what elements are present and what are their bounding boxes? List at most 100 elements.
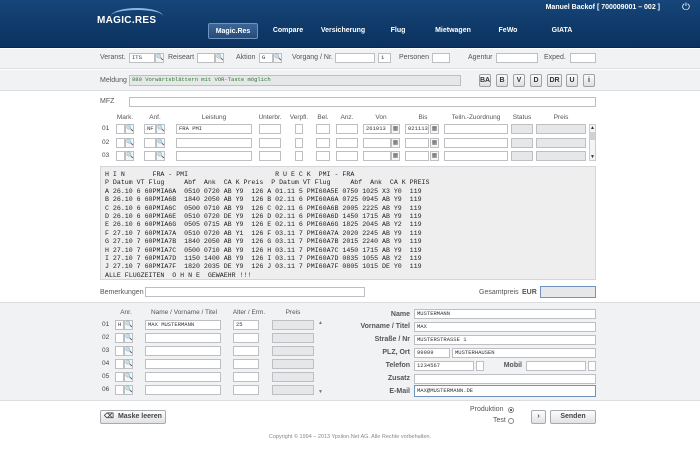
v-button[interactable]: V [513,74,525,87]
unterbr-input[interactable] [259,124,281,134]
calendar-icon[interactable]: ▦ [430,124,439,134]
customer-telefon-input[interactable]: 1234567 [414,361,474,371]
unterbr-input[interactable] [259,138,281,148]
anr-search-icon[interactable]: 🔍 [124,359,133,369]
leistung-input[interactable] [176,151,252,161]
anr-search-icon[interactable]: 🔍 [124,372,133,382]
bel-input[interactable] [316,138,330,148]
scroll-down-icon[interactable]: ▼ [318,389,323,395]
alter-input[interactable] [233,372,259,382]
name-input[interactable] [145,385,221,395]
mark-search-icon[interactable]: 🔍 [125,151,134,161]
anf-search-icon[interactable]: 🔍 [156,151,165,161]
reiseart-input[interactable] [197,53,215,63]
calendar-icon[interactable]: ▦ [391,124,400,134]
anr-search-icon[interactable]: 🔍 [124,320,133,330]
verpfl-checkbox[interactable] [295,151,303,161]
nav-mietwagen[interactable]: Mietwagen [425,23,481,39]
scroll-down-icon[interactable]: ▼ [590,154,595,160]
anf-input[interactable]: NF [144,124,156,134]
customer-ort-input[interactable]: MUSTERHAUSEN [452,348,596,358]
mobil-extra-input[interactable] [588,361,596,371]
test-radio[interactable] [508,418,514,424]
name-input[interactable]: MAX MUSTERMANN [145,320,221,330]
veranst-input[interactable]: ITS [129,53,155,63]
name-input[interactable] [145,359,221,369]
scroll-up-icon[interactable]: ▲ [590,125,595,131]
name-input[interactable] [145,372,221,382]
mark-search-icon[interactable]: 🔍 [125,124,134,134]
services-scrollbar[interactable]: ▲ ▼ [589,124,596,161]
participants-scrollbar[interactable]: ▲ ▼ [318,320,324,395]
customer-strasse-input[interactable]: MUSTERSTRASSE 1 [414,335,596,345]
telefon-extra-input[interactable] [476,361,484,371]
anz-input[interactable] [336,138,358,148]
mark-input[interactable] [116,124,125,134]
mark-input[interactable] [116,151,125,161]
ba-button[interactable]: BA [479,74,491,87]
alter-input[interactable] [233,385,259,395]
nav-compare[interactable]: Compare [263,23,313,39]
scroll-up-icon[interactable]: ▲ [318,320,323,326]
vorgang-nr-input[interactable]: 1 [378,53,391,63]
anr-input[interactable] [115,372,124,382]
nav-fewo[interactable]: FeWo [486,23,530,39]
nav-giata[interactable]: GIATA [537,23,587,39]
mfz-input[interactable] [129,97,596,107]
bel-input[interactable] [316,151,330,161]
anr-input[interactable] [115,333,124,343]
customer-plz-input[interactable]: 99999 [414,348,450,358]
u-button[interactable]: U [566,74,578,87]
bis-input[interactable] [405,151,429,161]
name-input[interactable] [145,333,221,343]
personen-input[interactable] [432,53,450,63]
calendar-icon[interactable]: ▦ [391,151,400,161]
dr-button[interactable]: DR [547,74,562,87]
anr-input[interactable]: H [115,320,124,330]
anz-input[interactable] [336,124,358,134]
exped-input[interactable] [570,53,596,63]
von-input[interactable]: 261013 [363,124,391,134]
alter-input[interactable] [233,346,259,356]
anr-search-icon[interactable]: 🔍 [124,385,133,395]
leistung-input[interactable] [176,138,252,148]
bis-input[interactable] [405,138,429,148]
zuordnung-input[interactable] [444,124,508,134]
leistung-input[interactable]: FRA PMI [176,124,252,134]
produktion-radio[interactable] [508,407,514,413]
von-input[interactable] [363,138,391,148]
anf-input[interactable] [144,138,156,148]
d-button[interactable]: D [530,74,542,87]
customer-email-input[interactable]: MAX@MUSTERMANN.DE [414,385,596,397]
calendar-icon[interactable]: ▦ [430,151,439,161]
unterbr-input[interactable] [259,151,281,161]
mark-search-icon[interactable]: 🔍 [125,138,134,148]
verpfl-checkbox[interactable] [295,138,303,148]
anf-search-icon[interactable]: 🔍 [156,138,165,148]
send-button[interactable]: Senden [550,410,596,424]
name-input[interactable] [145,346,221,356]
anr-input[interactable] [115,359,124,369]
anr-input[interactable] [115,385,124,395]
customer-zusatz-input[interactable] [414,374,596,384]
anr-search-icon[interactable]: 🔍 [124,346,133,356]
reiseart-search-icon[interactable]: 🔍 [215,53,224,63]
bemerkungen-input[interactable] [145,287,365,297]
info-button[interactable]: i [583,74,595,87]
nav-flug[interactable]: Flug [376,23,420,39]
verpfl-checkbox[interactable] [295,124,303,134]
vorgang-input[interactable] [335,53,375,63]
customer-vorname-input[interactable]: MAX [414,322,596,332]
nav-magic-res[interactable]: Magic.Res [208,23,258,39]
mark-input[interactable] [116,138,125,148]
anr-search-icon[interactable]: 🔍 [124,333,133,343]
anz-input[interactable] [336,151,358,161]
veranst-search-icon[interactable]: 🔍 [155,53,164,63]
power-icon[interactable]: ⏻ [680,2,692,14]
customer-mobil-input[interactable] [526,361,586,371]
bis-input[interactable]: 021113 [405,124,429,134]
calendar-icon[interactable]: ▦ [391,138,400,148]
anr-input[interactable] [115,346,124,356]
bel-input[interactable] [316,124,330,134]
zuordnung-input[interactable] [444,151,508,161]
